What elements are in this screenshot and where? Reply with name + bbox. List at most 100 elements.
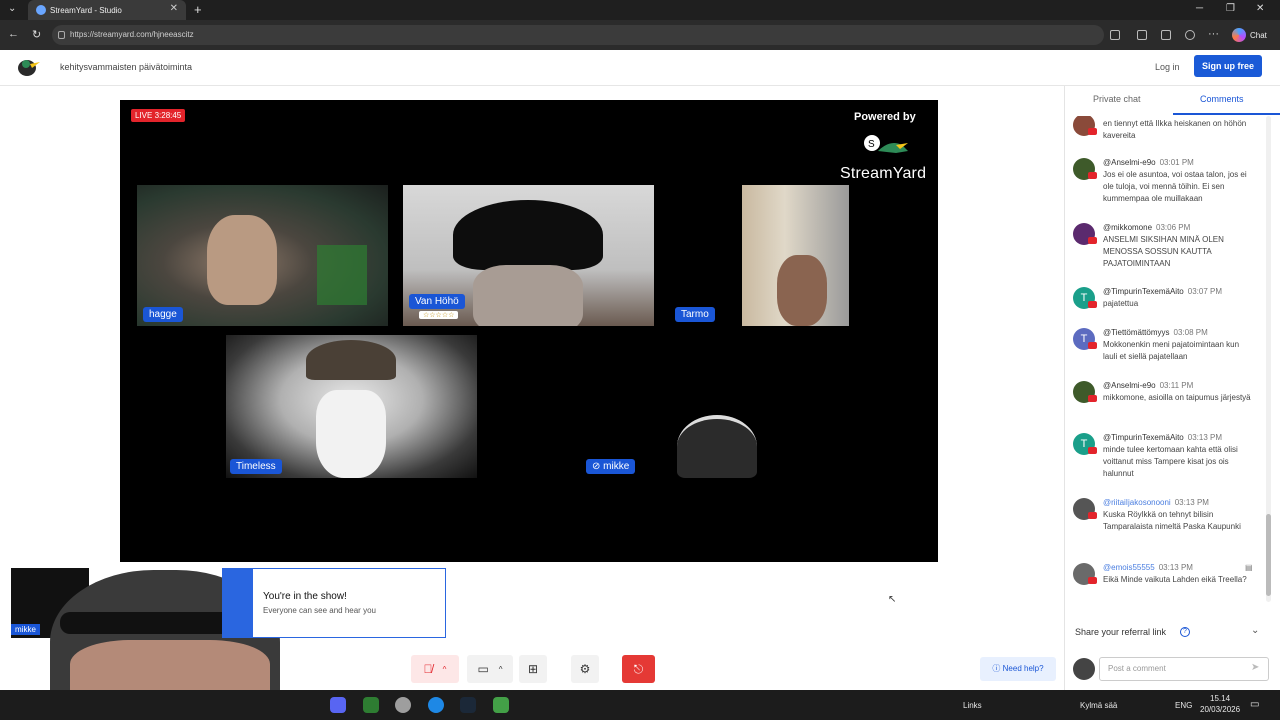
youtube-icon: [1088, 128, 1097, 135]
url-text: https://streamyard.com/hjneeascitz: [70, 30, 194, 39]
url-field[interactable]: https://streamyard.com/hjneeascitz: [52, 25, 1104, 45]
participant-tile-hagge[interactable]: hagge: [137, 185, 388, 326]
chevron-down-icon[interactable]: ⌄: [1251, 625, 1259, 636]
scrollbar-thumb[interactable]: [1266, 514, 1271, 596]
weather-label[interactable]: Kylmä sää: [1080, 701, 1117, 710]
participant-name: Van Höhö: [409, 294, 465, 309]
steam-icon[interactable]: [460, 697, 476, 713]
room-title: kehitysvammaisten päivätoiminta: [60, 62, 193, 72]
comment-header: @Tiettömättömyys 03:08 PM: [1103, 328, 1208, 337]
chevron-up-icon[interactable]: ^: [499, 665, 503, 674]
info-icon[interactable]: ?: [1180, 627, 1190, 637]
streamyard-brand-icon: S: [864, 135, 908, 153]
youtube-icon: [1088, 447, 1097, 454]
participant-tile-tarmo[interactable]: [742, 185, 849, 326]
maximize-icon[interactable]: ❐: [1226, 3, 1235, 14]
comment-text: ANSELMI SIKSIHAN MINÄ OLEN MENOSSA SOSSU…: [1103, 235, 1224, 268]
tab-comments[interactable]: Comments: [1200, 94, 1244, 104]
language-indicator[interactable]: ENG: [1175, 701, 1192, 710]
participant-video: [677, 415, 757, 478]
tab-private-chat[interactable]: Private chat: [1093, 94, 1141, 104]
discord-icon[interactable]: [330, 697, 346, 713]
play-icon[interactable]: [493, 697, 509, 713]
live-badge: LIVE 3:28:45: [131, 109, 186, 122]
comment-text: Kuska Röylkkä on tehnyt bilisin Tamparal…: [1103, 510, 1241, 531]
muted-mic-icon: ⊘: [592, 461, 604, 472]
comment-author: @TimpurinTexemäAito: [1103, 433, 1184, 442]
leave-studio-button[interactable]: ⎋: [622, 655, 655, 683]
windows-taskbar: Links Kylmä sää ENG 15.14 20/03/2026 ▭: [0, 690, 1280, 720]
taskbar-links[interactable]: Links: [963, 701, 982, 710]
clock-date[interactable]: 20/03/2026: [1200, 705, 1240, 714]
minimize-icon[interactable]: ─: [1196, 3, 1203, 14]
referral-link-label[interactable]: Share your referral link: [1075, 627, 1166, 637]
new-tab-button[interactable]: +: [194, 2, 202, 17]
clock-time[interactable]: 15.14: [1210, 694, 1230, 703]
app-header: kehitysvammaisten päivätoiminta Log in S…: [0, 50, 1280, 86]
participant-video: [316, 390, 386, 478]
mute-button[interactable]: 🎙̸ ^: [411, 655, 459, 683]
comment-text: pajatettua: [1103, 299, 1139, 308]
comment-header: @TimpurinTexemäAito 03:07 PM: [1103, 287, 1222, 296]
chevron-up-icon[interactable]: ^: [443, 665, 447, 674]
camera-icon: ▭: [477, 662, 489, 676]
back-icon[interactable]: ←: [8, 28, 19, 40]
more-menu-icon[interactable]: ···: [1208, 28, 1219, 40]
youtube-icon: [1088, 512, 1097, 519]
favorites-icon[interactable]: [1137, 30, 1147, 40]
comment-author: @Anselmi-e9o: [1103, 381, 1156, 390]
chair-shape: [317, 245, 367, 305]
comment-header: @mikkomone 03:06 PM: [1103, 223, 1190, 232]
comment-time: 03:11 PM: [1159, 381, 1194, 390]
comment-author: @riitaiIjakosonooni: [1103, 498, 1171, 507]
login-link[interactable]: Log in: [1155, 62, 1180, 72]
participant-tile-van-hoho[interactable]: Van Höhö ☆☆☆☆☆: [403, 185, 654, 326]
toast-subtitle: Everyone can see and hear you: [263, 606, 376, 615]
comment-action-icon[interactable]: ▤: [1245, 563, 1253, 572]
comment-input[interactable]: Post a comment: [1099, 657, 1269, 681]
app-icon[interactable]: [363, 697, 379, 713]
browser-tab[interactable]: StreamYard - Studio ✕: [28, 0, 186, 20]
comment-time: 03:07 PM: [1187, 287, 1222, 296]
my-avatar: [1073, 658, 1095, 680]
comment-author: @TimpurinTexemäAito: [1103, 287, 1184, 296]
comment-header: @Anselmi-e9o 03:11 PM: [1103, 381, 1193, 390]
youtube-icon: [1088, 577, 1097, 584]
shield-icon[interactable]: [395, 697, 411, 713]
in-show-toast: You're in the show! Everyone can see and…: [222, 568, 446, 638]
tab-menu-icon[interactable]: ⌄: [8, 3, 16, 14]
profile-icon[interactable]: [1185, 30, 1195, 40]
comment-text: en tiennyt että Ilkka heiskanen on höhön…: [1103, 119, 1247, 140]
address-bar-row: ← ↻ https://streamyard.com/hjneeascitz ·…: [0, 20, 1280, 50]
comment-header: @riitaiIjakosonooni 03:13 PM: [1103, 498, 1209, 507]
help-icon: ⓘ: [992, 664, 1003, 673]
comment-text: Eikä Minde vaikuta Lahden eikä Treella?: [1103, 575, 1247, 584]
camera-button[interactable]: ▭ ^: [467, 655, 513, 683]
signup-button[interactable]: Sign up free: [1194, 55, 1262, 77]
comment-time: 03:08 PM: [1173, 328, 1208, 337]
broadcast-stage: LIVE 3:28:45 Powered by S StreamYard hag…: [120, 100, 938, 562]
settings-button[interactable]: ⚙: [571, 655, 599, 683]
close-tab-icon[interactable]: ✕: [170, 3, 178, 14]
send-icon[interactable]: ➤: [1251, 662, 1259, 673]
browser-tab-bar: ⌄ StreamYard - Studio ✕ + ─ ❐ ✕: [0, 0, 1280, 20]
need-help-button[interactable]: ⓘ Need help?: [980, 657, 1056, 681]
share-screen-button[interactable]: ⊞: [519, 655, 547, 683]
extensions-icon[interactable]: [1110, 30, 1120, 40]
participant-name: hagge: [143, 307, 183, 322]
close-window-icon[interactable]: ✕: [1256, 3, 1264, 14]
participant-tile-timeless[interactable]: Timeless: [226, 335, 477, 478]
chat-label[interactable]: Chat: [1250, 31, 1267, 40]
participant-tile-mikke[interactable]: ⊘ mikke: [582, 335, 833, 478]
youtube-icon: [1088, 172, 1097, 179]
self-view-name: mikke: [11, 624, 40, 635]
comment-author: @Tiettömättömyys: [1103, 328, 1170, 337]
copilot-icon[interactable]: [1232, 28, 1246, 42]
edge-icon[interactable]: [428, 697, 444, 713]
reload-icon[interactable]: ↻: [32, 28, 41, 41]
comment-text: minde tulee kertomaan kahta että olisi v…: [1103, 445, 1238, 478]
youtube-icon: [1088, 237, 1097, 244]
mouse-cursor-icon: ↖: [888, 594, 897, 605]
notification-icon[interactable]: ▭: [1250, 699, 1259, 710]
history-icon[interactable]: [1161, 30, 1171, 40]
